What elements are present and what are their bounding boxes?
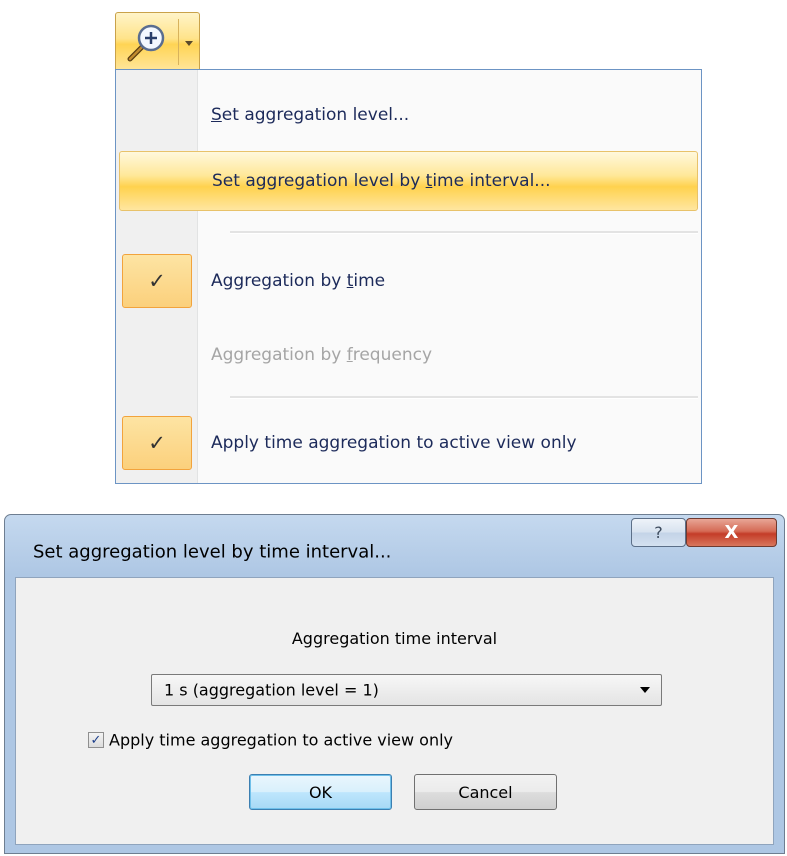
interval-dropdown[interactable]: 1 s (aggregation level = 1) [151, 674, 662, 706]
ok-button[interactable]: OK [249, 774, 392, 810]
close-button[interactable]: X [686, 518, 777, 547]
menu-item-aggregation-by-time[interactable]: ✓ Aggregation by time [116, 251, 701, 311]
menu-item-label: Set aggregation level by time interval..… [212, 171, 551, 191]
menu-item-label: Aggregation by frequency [211, 345, 432, 365]
aggregation-interval-dialog: Set aggregation level by time interval..… [4, 514, 785, 854]
check-icon: ✓ [122, 416, 192, 470]
interval-label: Aggregation time interval [291, 629, 498, 648]
menu-item-set-aggregation-by-time-interval[interactable]: Set aggregation level by time interval..… [119, 151, 698, 211]
menu-item-aggregation-by-frequency: Aggregation by frequency [116, 325, 701, 385]
menu-separator [230, 231, 698, 234]
check-icon: ✓ [122, 254, 192, 308]
close-icon: X [724, 522, 739, 543]
help-icon: ? [654, 523, 663, 542]
zoom-dropdown-arrow[interactable] [182, 35, 196, 49]
checkmark-icon: ✓ [90, 732, 102, 748]
zoom-split-button[interactable] [115, 12, 200, 70]
aggregation-menu: Set aggregation level... Set aggregation… [115, 69, 702, 484]
cancel-button[interactable]: Cancel [414, 774, 557, 810]
zoom-button[interactable] [116, 13, 178, 71]
dialog-title: Set aggregation level by time interval..… [33, 541, 392, 563]
active-view-checkbox-label[interactable]: Apply time aggregation to active view on… [109, 731, 453, 750]
menu-item-apply-to-active-view-only[interactable]: ✓ Apply time aggregation to active view … [116, 413, 701, 473]
menu-item-label: Apply time aggregation to active view on… [211, 433, 577, 453]
menu-item-set-aggregation-level[interactable]: Set aggregation level... [116, 85, 701, 145]
help-button[interactable]: ? [631, 518, 686, 547]
menu-item-label: Aggregation by time [211, 271, 386, 291]
dialog-client-area: Aggregation time interval 1 s (aggregati… [15, 577, 774, 845]
menu-separator [230, 396, 698, 399]
active-view-checkbox[interactable]: ✓ [88, 732, 104, 748]
interval-value: 1 s (aggregation level = 1) [164, 680, 379, 700]
menu-item-label: Set aggregation level... [211, 105, 410, 125]
dropdown-arrow-icon [185, 41, 193, 46]
split-divider [178, 19, 179, 65]
chevron-down-icon [640, 687, 650, 693]
zoom-in-magnifier-icon [127, 24, 165, 62]
